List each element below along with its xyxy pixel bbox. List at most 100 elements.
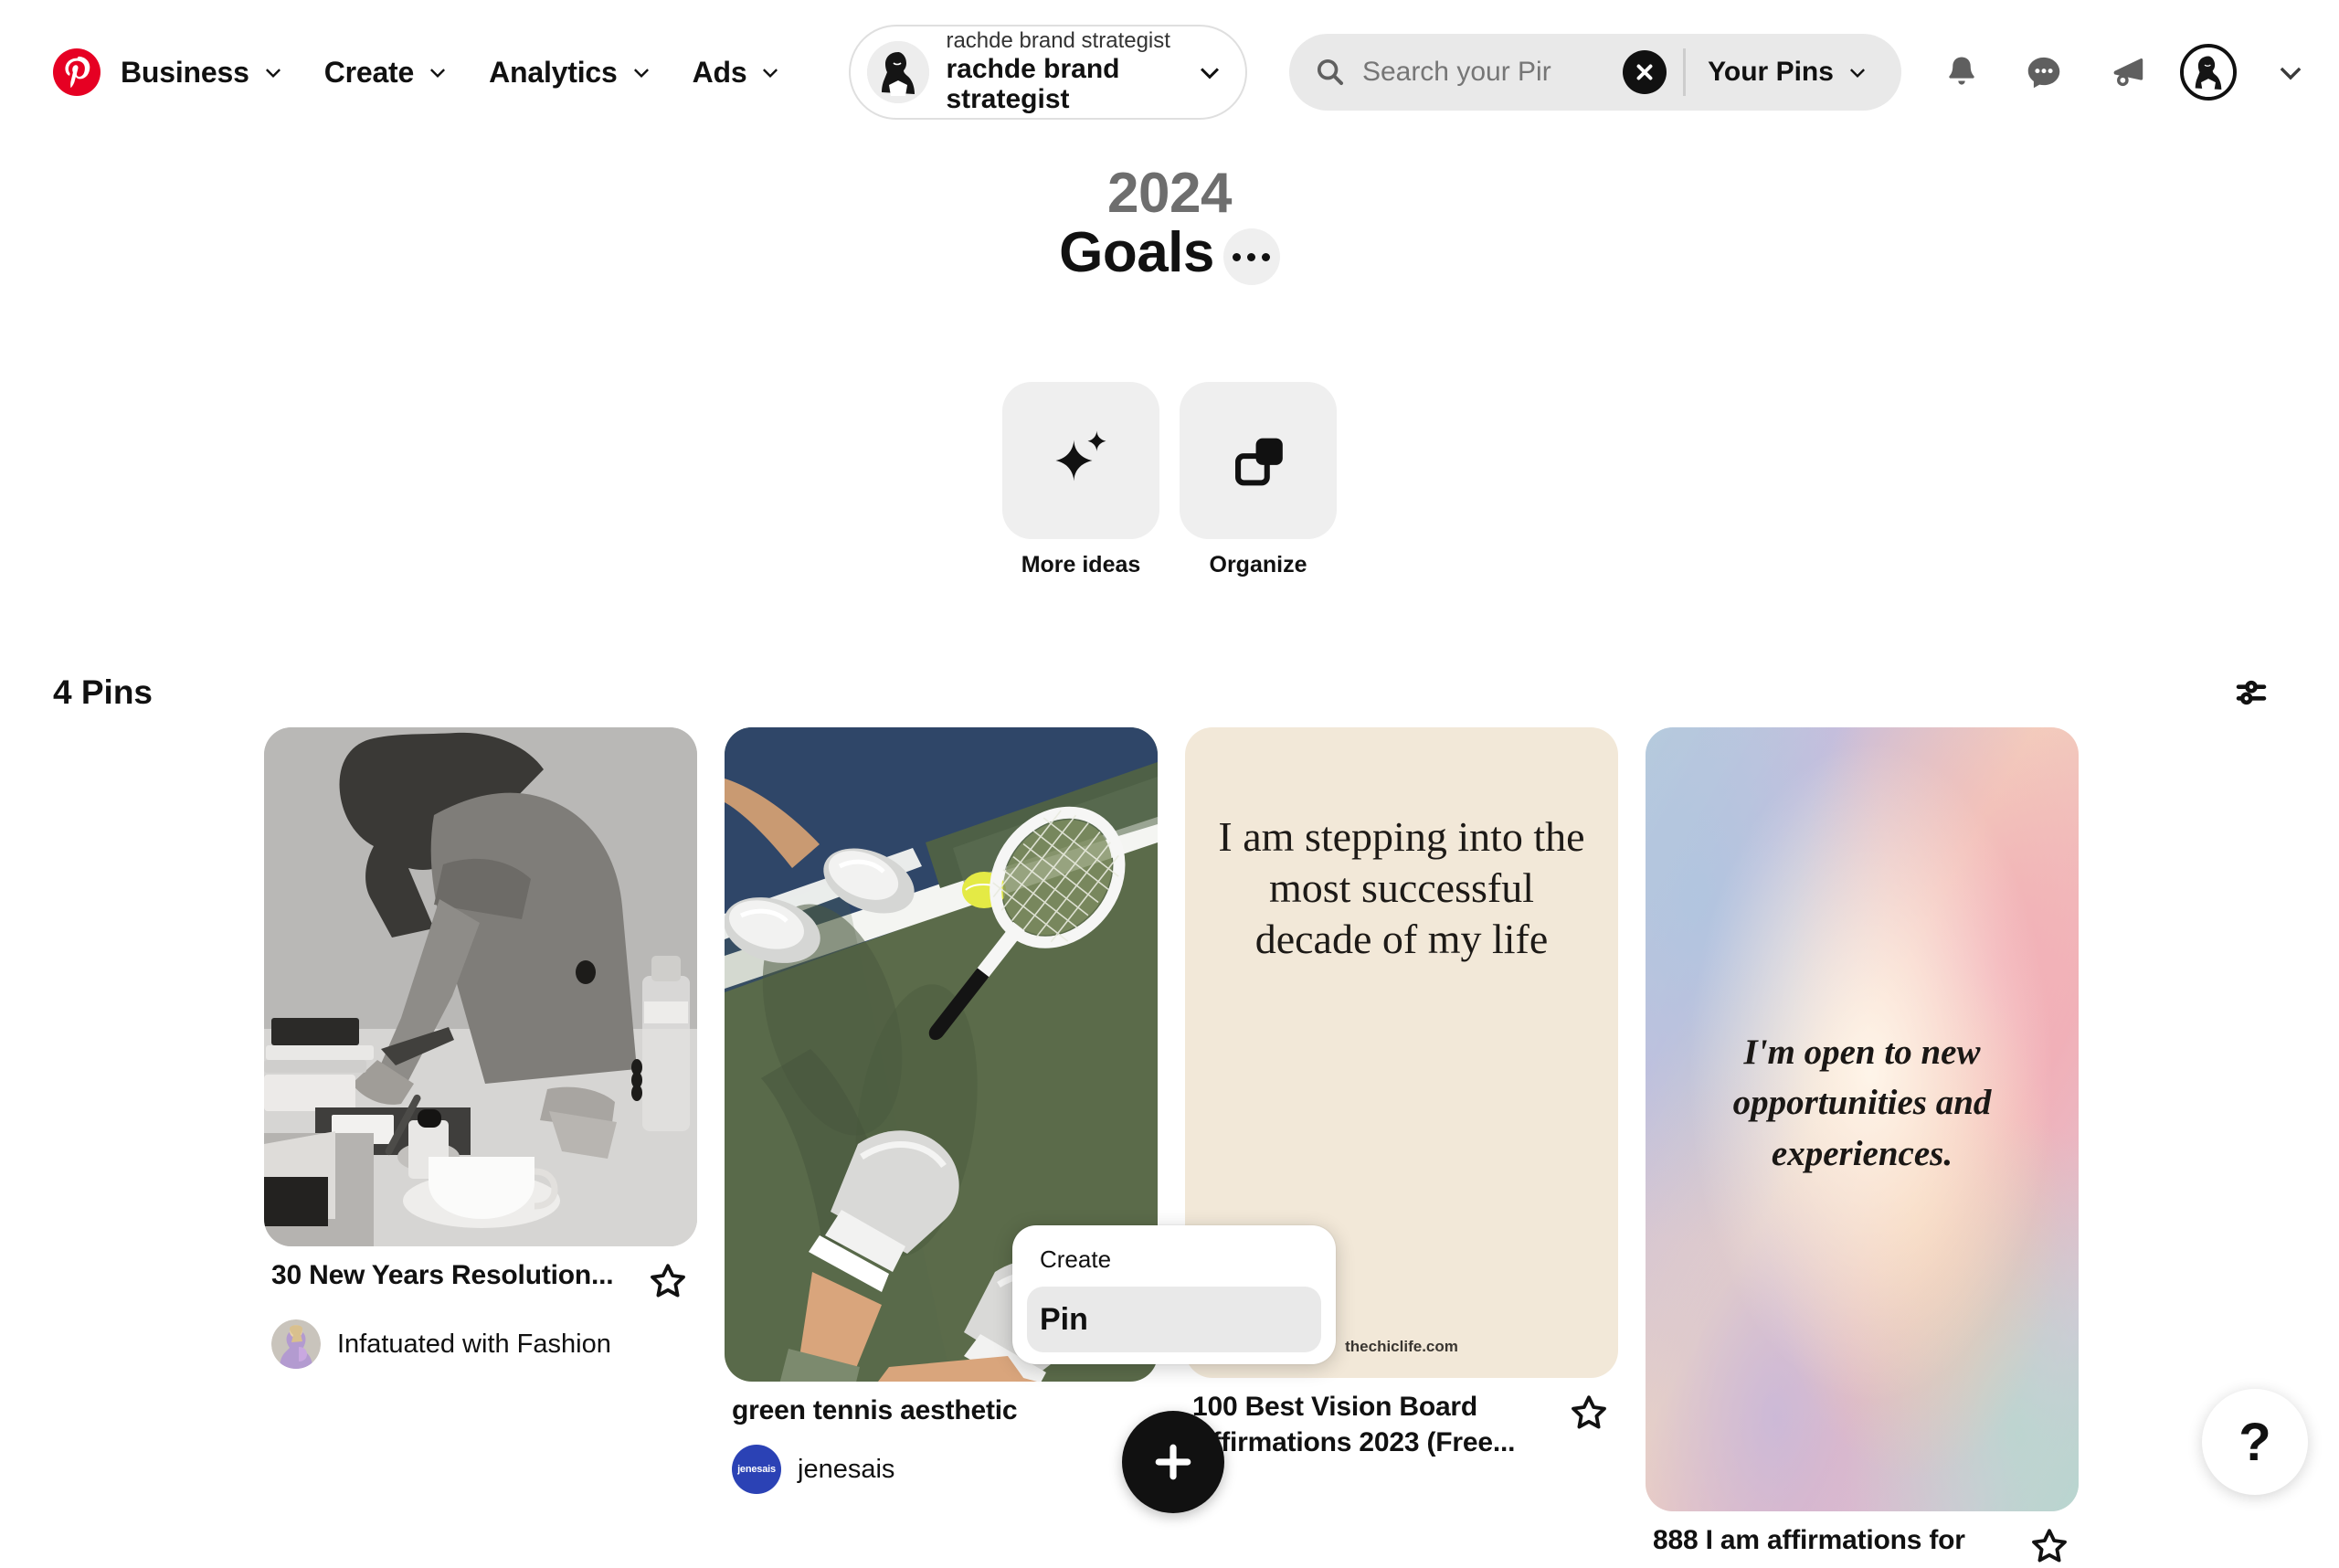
top-navigation-bar: Business Create Analytics Ads rachde bra… [0, 0, 2339, 144]
pinterest-logo-icon [53, 48, 101, 96]
board-name: Goals [1059, 221, 1214, 285]
pin-image-text: I am stepping into the most successful d… [1218, 813, 1585, 963]
board-options-button[interactable] [1222, 228, 1280, 286]
search-icon [1317, 58, 1343, 86]
nav-analytics[interactable]: Analytics [469, 41, 672, 104]
account-avatar-icon [867, 41, 930, 103]
pin-card[interactable]: I'm open to new opportunities and experi… [1646, 727, 2079, 1568]
announcements-button[interactable] [2090, 36, 2163, 109]
chevron-down-icon [265, 69, 280, 78]
pin-meta: green tennis aesthetic jenesais jenesais [725, 1382, 1158, 1494]
filter-sliders-icon [2236, 680, 2267, 705]
organize-label: Organize [1209, 552, 1307, 577]
pins-filter-button[interactable] [2217, 658, 2286, 727]
plus-icon [1155, 1444, 1191, 1480]
nav-create[interactable]: Create [304, 41, 469, 104]
nav-ads-label: Ads [692, 55, 747, 89]
board-year: 2024 [1107, 162, 1232, 225]
pin-title: green tennis aesthetic [732, 1395, 1018, 1425]
pin-author[interactable]: jenesais jenesais [732, 1445, 1150, 1494]
star-outline-icon[interactable] [2027, 1524, 2071, 1568]
pin-title: 888 I am affirmations for [1653, 1525, 1965, 1555]
create-popup-item-pin[interactable]: Pin [1027, 1287, 1321, 1352]
pin-title-row: green tennis aesthetic [732, 1393, 1150, 1428]
pinterest-home-button[interactable] [53, 37, 101, 108]
pin-meta: 888 I am affirmations for [1646, 1511, 2079, 1568]
announcements-megaphone-icon [2113, 58, 2143, 87]
account-name-label: rachde brand strategist [946, 53, 1120, 115]
pin-meta: 30 New Years Resolution... Infatuated wi… [264, 1246, 697, 1369]
search-scope-label: Your Pins [1708, 57, 1834, 87]
nav-analytics-label: Analytics [489, 55, 618, 89]
create-popup-menu: Create Pin [1012, 1225, 1336, 1364]
notifications-button[interactable] [1925, 36, 1998, 109]
profile-avatar-icon [2179, 44, 2237, 101]
search-divider [1683, 48, 1687, 96]
create-fab-button[interactable] [1122, 1411, 1224, 1513]
account-sub-label: rachde brand strategist [946, 27, 1170, 53]
author-name: jenesais [798, 1454, 895, 1484]
search-bar[interactable]: Your Pins [1288, 34, 1901, 111]
author-avatar-icon: jenesais [732, 1445, 781, 1494]
header-right-actions [1925, 36, 2327, 109]
pins-count-label: 4 Pins [53, 673, 153, 711]
chevron-down-icon [763, 69, 778, 78]
pin-image[interactable]: I'm open to new opportunities and experi… [1646, 727, 2079, 1511]
search-clear-button[interactable] [1623, 50, 1667, 94]
chevron-down-icon [633, 69, 649, 78]
star-outline-icon[interactable] [646, 1259, 690, 1303]
messages-button[interactable] [2007, 36, 2080, 109]
pin-image-art: I'm open to new opportunities and experi… [1646, 727, 2079, 1511]
more-ideas-button[interactable] [1002, 382, 1159, 539]
ellipsis-icon [1262, 252, 1271, 261]
pin-title-row: 100 Best Vision Board Affirmations 2023 … [1192, 1389, 1611, 1460]
pin-title-row: 888 I am affirmations for [1653, 1522, 2071, 1568]
create-popup-item-label: Pin [1040, 1301, 1088, 1337]
nav-business-label: Business [121, 55, 249, 89]
pin-image-text: I'm open to new opportunities and experi… [1732, 1033, 1992, 1173]
sparkle-icon [1055, 430, 1106, 482]
ellipsis-icon [1233, 252, 1242, 261]
author-avatar-badge-label: jenesais [737, 1464, 776, 1475]
chevron-down-icon [430, 69, 446, 78]
pin-image-art [264, 727, 697, 1246]
pin-title: 30 New Years Resolution... [271, 1260, 614, 1290]
clear-x-icon [1636, 64, 1653, 80]
pin-title-row: 30 New Years Resolution... [271, 1257, 690, 1303]
star-outline-icon[interactable] [1567, 1391, 1611, 1435]
author-avatar-icon [271, 1319, 321, 1369]
pin-title: 100 Best Vision Board Affirmations 2023 … [1192, 1392, 1516, 1457]
more-ideas-action: More ideas [1002, 382, 1159, 578]
nav-create-label: Create [323, 55, 415, 89]
organize-action: Organize [1180, 382, 1337, 578]
profile-menu-chevron-button[interactable] [2254, 36, 2327, 109]
messages-chat-icon [2027, 57, 2060, 89]
pin-grid: 30 New Years Resolution... Infatuated wi… [264, 727, 2183, 1568]
search-scope-selector[interactable]: Your Pins [1693, 57, 1892, 88]
more-ideas-label: More ideas [1021, 552, 1141, 577]
chevron-down-icon [1849, 69, 1865, 78]
pin-card[interactable]: green tennis aesthetic jenesais jenesais [725, 727, 1158, 1494]
organize-squares-icon [1235, 438, 1283, 486]
nav-ads[interactable]: Ads [672, 41, 802, 104]
pin-author[interactable]: Infatuated with Fashion [271, 1319, 690, 1369]
chevron-down-icon [2280, 67, 2302, 80]
help-button[interactable]: ? [2202, 1389, 2308, 1495]
ellipsis-icon [1247, 252, 1256, 261]
board-header: 2024 Goals [0, 162, 2339, 286]
author-name: Infatuated with Fashion [337, 1329, 611, 1359]
create-popup-label: Create [1040, 1245, 1112, 1273]
board-title-row: Goals [1059, 221, 1280, 286]
account-switcher[interactable]: rachde brand strategist rachde brand str… [849, 25, 1247, 120]
pin-card[interactable]: 30 New Years Resolution... Infatuated wi… [264, 727, 697, 1369]
pin-meta: 100 Best Vision Board Affirmations 2023 … [1185, 1378, 1618, 1460]
nav-business[interactable]: Business [101, 41, 304, 104]
organize-button[interactable] [1180, 382, 1337, 539]
pin-image[interactable] [264, 727, 697, 1246]
pins-toolbar: 4 Pins [0, 658, 2339, 727]
question-mark-icon: ? [2238, 1412, 2271, 1472]
search-input[interactable] [1361, 57, 1614, 88]
profile-button[interactable] [2172, 36, 2245, 109]
chevron-down-icon [1200, 68, 1219, 79]
board-action-buttons: More ideas Organize [0, 382, 2339, 578]
